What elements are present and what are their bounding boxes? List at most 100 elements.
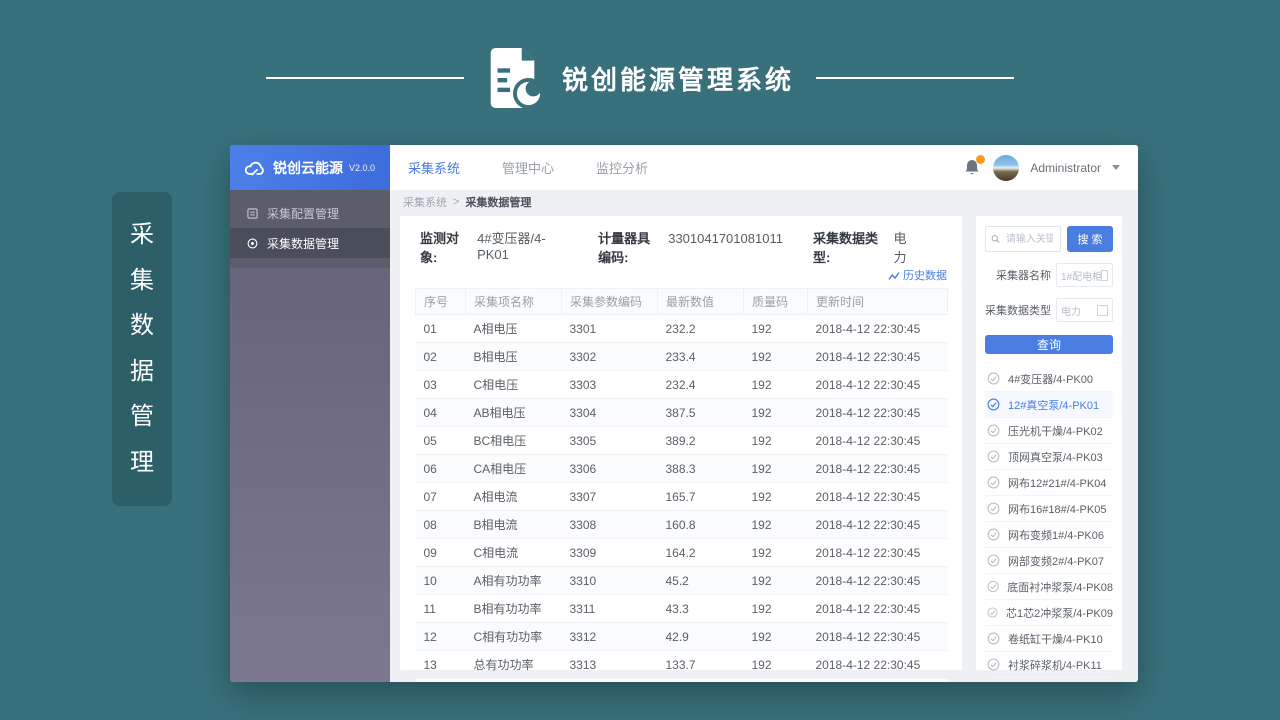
table-row[interactable]: 03C相电压3303232.41922018-4-12 22:30:45: [416, 371, 948, 399]
col-param-code[interactable]: 采集参数编码: [562, 289, 658, 315]
notification-bell-icon[interactable]: [964, 158, 982, 178]
collector-label: 采集器名称: [985, 267, 1051, 283]
device-item[interactable]: 4#变压器/4-PK00: [985, 366, 1113, 392]
device-item[interactable]: 网部变频2#/4-PK07: [985, 548, 1113, 574]
data-type-label: 采集数据类型:: [813, 228, 888, 266]
search-button[interactable]: 搜 索: [1067, 226, 1113, 252]
circle-check-icon: [987, 658, 1000, 671]
table-row[interactable]: 14正向有功电能3326874513.211922018-4-12 22:30:…: [416, 679, 948, 683]
circle-check-icon: [987, 398, 1000, 411]
col-item-name[interactable]: 采集项名称: [466, 289, 562, 315]
circle-check-icon: [987, 580, 999, 593]
device-item[interactable]: 网布12#21#/4-PK04: [985, 470, 1113, 496]
table-row[interactable]: 07A相电流3307165.71922018-4-12 22:30:45: [416, 483, 948, 511]
device-item[interactable]: 底面衬冲浆泵/4-PK08: [985, 574, 1113, 600]
sidebar-item-label: 采集数据管理: [267, 235, 339, 252]
chevron-down-icon[interactable]: [1112, 165, 1120, 170]
circle-check-icon: [987, 372, 1000, 385]
col-update-time[interactable]: 更新时间: [808, 289, 948, 315]
breadcrumb-current: 采集数据管理: [465, 194, 531, 210]
dropdown-icon: [1101, 270, 1108, 281]
table-row[interactable]: 08B相电流3308160.81922018-4-12 22:30:45: [416, 511, 948, 539]
label-char: 据: [130, 360, 154, 384]
dropdown-icon: [1097, 305, 1108, 316]
monitor-info-row: 监测对象: 4#变压器/4-PK01 计量器具编码: 3301041701081…: [415, 228, 947, 266]
banner: 锐创能源管理系统: [0, 52, 1280, 104]
app-version: V2.0.0: [349, 163, 375, 173]
tab-monitor-analysis[interactable]: 监控分析: [596, 158, 648, 177]
device-item-selected[interactable]: 12#真空泵/4-PK01: [985, 392, 1113, 418]
label-char: 管: [130, 405, 154, 429]
datatype-field: 采集数据类型 电力: [985, 298, 1113, 322]
table-row[interactable]: 02B相电压3302233.41922018-4-12 22:30:45: [416, 343, 948, 371]
device-item[interactable]: 网布16#18#/4-PK05: [985, 496, 1113, 522]
sidebar-menu: 采集配置管理 采集数据管理: [230, 190, 390, 268]
data-panel: 监测对象: 4#变压器/4-PK01 计量器具编码: 3301041701081…: [400, 216, 962, 670]
label-char: 采: [130, 223, 154, 247]
table-row[interactable]: 04AB相电压3304387.51922018-4-12 22:30:45: [416, 399, 948, 427]
label-char: 集: [130, 269, 154, 293]
search-box: [985, 226, 1061, 252]
collector-select[interactable]: 1#配电柜采集器: [1056, 263, 1113, 287]
search-icon: [991, 233, 1000, 245]
document-pen-icon: [486, 47, 540, 109]
table-row[interactable]: 06CA相电压3306388.31922018-4-12 22:30:45: [416, 455, 948, 483]
col-quality-code[interactable]: 质量码: [744, 289, 808, 315]
table-row[interactable]: 11B相有功功率331143.31922018-4-12 22:30:45: [416, 595, 948, 623]
datatype-label: 采集数据类型: [985, 302, 1051, 318]
search-input[interactable]: [1004, 233, 1055, 246]
user-area: Administrator: [964, 155, 1120, 181]
device-item[interactable]: 网布变频1#/4-PK06: [985, 522, 1113, 548]
meter-code-label: 计量器具编码:: [598, 228, 662, 266]
circle-check-icon: [987, 554, 1000, 567]
main-area: 采集系统 管理中心 监控分析 Administrator: [390, 145, 1138, 682]
banner-rule-left: [266, 77, 464, 79]
table-row[interactable]: 12C相有功功率331242.91922018-4-12 22:30:45: [416, 623, 948, 651]
app-logo-text: 锐创云能源: [273, 158, 343, 178]
circle-check-icon: [987, 450, 1000, 463]
top-navbar: 采集系统 管理中心 监控分析 Administrator: [390, 145, 1138, 190]
device-item[interactable]: 衬浆碎浆机/4-PK11: [985, 652, 1113, 678]
device-item[interactable]: 芯1芯2冲浆泵/4-PK09: [985, 600, 1113, 626]
table-row[interactable]: 13总有功功率3313133.71922018-4-12 22:30:45: [416, 651, 948, 679]
device-list: 4#变压器/4-PK00 12#真空泵/4-PK01 压光机干燥/4-PK02 …: [985, 366, 1113, 678]
avatar[interactable]: [993, 155, 1019, 181]
banner-rule-right: [816, 77, 1014, 79]
page-title: 锐创能源管理系统: [562, 60, 794, 97]
query-button[interactable]: 查询: [985, 335, 1113, 354]
notification-badge: [976, 155, 985, 164]
table-row[interactable]: 09C相电流3309164.21922018-4-12 22:30:45: [416, 539, 948, 567]
filter-panel: 搜 索 采集器名称 1#配电柜采集器 采集数据类型 电力: [976, 216, 1122, 670]
breadcrumb-parent[interactable]: 采集系统: [403, 194, 447, 210]
sidebar: 锐创云能源 V2.0.0 采集配置管理 采集数据管理: [230, 145, 390, 682]
table-row[interactable]: 05BC相电压3305389.21922018-4-12 22:30:45: [416, 427, 948, 455]
label-char: 理: [130, 451, 154, 475]
circle-check-icon: [987, 502, 1000, 515]
table-header: 序号 采集项名称 采集参数编码 最新数值 质量码 更新时间: [416, 289, 948, 315]
sidebar-item-collect-data[interactable]: 采集数据管理: [230, 228, 390, 258]
circle-check-icon: [987, 476, 1000, 489]
collector-field: 采集器名称 1#配电柜采集器: [985, 263, 1113, 287]
col-index[interactable]: 序号: [416, 289, 466, 315]
app-logo: 锐创云能源 V2.0.0: [230, 145, 390, 190]
table-row[interactable]: 10A相有功功率331045.21922018-4-12 22:30:45: [416, 567, 948, 595]
history-data-link[interactable]: 历史数据: [888, 267, 947, 283]
top-tabs: 采集系统 管理中心 监控分析: [408, 158, 648, 177]
table-row[interactable]: 01A相电压3301232.21922018-4-12 22:30:45: [416, 315, 948, 343]
device-item[interactable]: 压光机干燥/4-PK02: [985, 418, 1113, 444]
circle-check-icon: [987, 632, 1000, 645]
trend-line-icon: [888, 270, 900, 281]
sidebar-item-label: 采集配置管理: [267, 205, 339, 222]
collect-data-table: 序号 采集项名称 采集参数编码 最新数值 质量码 更新时间 01A相电压3301…: [415, 288, 948, 682]
app-window: 锐创云能源 V2.0.0 采集配置管理 采集数据管理: [230, 145, 1138, 682]
tab-management-center[interactable]: 管理中心: [502, 158, 554, 177]
tab-collect-system[interactable]: 采集系统: [408, 158, 460, 177]
col-latest-value[interactable]: 最新数值: [658, 289, 744, 315]
sidebar-item-collect-config[interactable]: 采集配置管理: [230, 198, 390, 228]
content-area: 监测对象: 4#变压器/4-PK01 计量器具编码: 3301041701081…: [390, 213, 1138, 682]
datatype-select[interactable]: 电力: [1056, 298, 1113, 322]
search-row: 搜 索: [985, 226, 1113, 252]
device-item[interactable]: 顶网真空泵/4-PK03: [985, 444, 1113, 470]
monitor-object-value: 4#变压器/4-PK01: [477, 228, 568, 262]
device-item[interactable]: 卷纸缸干燥/4-PK10: [985, 626, 1113, 652]
